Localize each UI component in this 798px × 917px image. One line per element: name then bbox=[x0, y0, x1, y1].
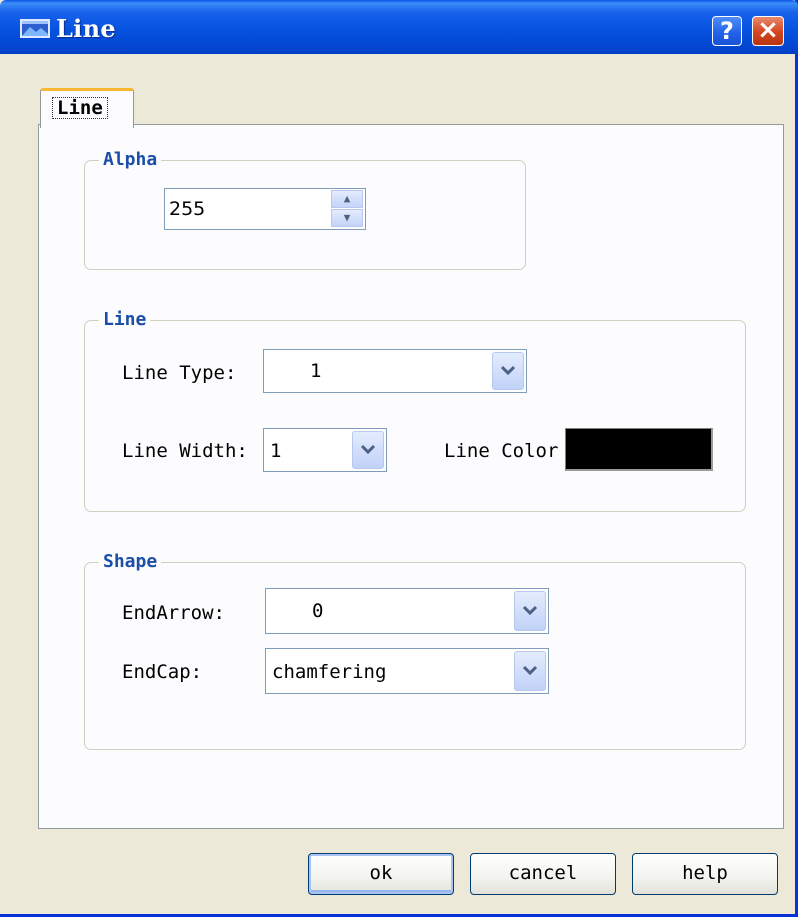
title-bar[interactable]: Line ? × bbox=[0, 0, 798, 54]
line-color-label: Line Color bbox=[444, 440, 559, 462]
spin-down-icon[interactable]: ▼ bbox=[331, 209, 363, 227]
tab-line-label: Line bbox=[52, 97, 108, 119]
ok-button[interactable]: ok bbox=[308, 853, 454, 895]
endarrow-value: 0 bbox=[312, 600, 324, 622]
alpha-legend: Alpha bbox=[99, 148, 162, 172]
help-button[interactable]: help bbox=[632, 853, 778, 895]
app-window-icon bbox=[20, 19, 50, 38]
endcap-label: EndCap: bbox=[122, 661, 203, 683]
line-dialog: Line ? × Line Alpha 255 ▲ ▼ Line Line Ty… bbox=[0, 0, 798, 917]
chevron-down-icon[interactable] bbox=[514, 591, 546, 631]
tab-line[interactable]: Line bbox=[40, 88, 134, 128]
endarrow-select[interactable]: 0 bbox=[265, 588, 549, 634]
close-icon[interactable]: × bbox=[752, 16, 784, 46]
line-legend: Line bbox=[99, 308, 151, 332]
window-title: Line bbox=[56, 14, 116, 43]
alpha-value: 255 bbox=[169, 198, 206, 220]
endcap-value: chamfering bbox=[272, 661, 387, 683]
help-icon[interactable]: ? bbox=[712, 16, 742, 46]
alpha-spinbox[interactable]: 255 ▲ ▼ bbox=[164, 188, 366, 230]
line-type-label: Line Type: bbox=[122, 362, 237, 384]
line-type-select[interactable]: 1 bbox=[263, 349, 527, 393]
chevron-down-icon[interactable] bbox=[492, 352, 524, 390]
endcap-select[interactable]: chamfering bbox=[265, 648, 549, 694]
line-type-value: 1 bbox=[310, 360, 322, 382]
spin-up-icon[interactable]: ▲ bbox=[331, 190, 363, 208]
line-width-label: Line Width: bbox=[122, 440, 248, 462]
chevron-down-icon[interactable] bbox=[352, 431, 384, 469]
endarrow-label: EndArrow: bbox=[122, 602, 225, 624]
line-color-button[interactable] bbox=[565, 428, 713, 471]
cancel-button[interactable]: cancel bbox=[470, 853, 616, 895]
line-width-select[interactable]: 1 bbox=[263, 428, 387, 472]
line-width-value: 1 bbox=[270, 440, 282, 462]
shape-legend: Shape bbox=[99, 550, 162, 574]
chevron-down-icon[interactable] bbox=[514, 651, 546, 691]
